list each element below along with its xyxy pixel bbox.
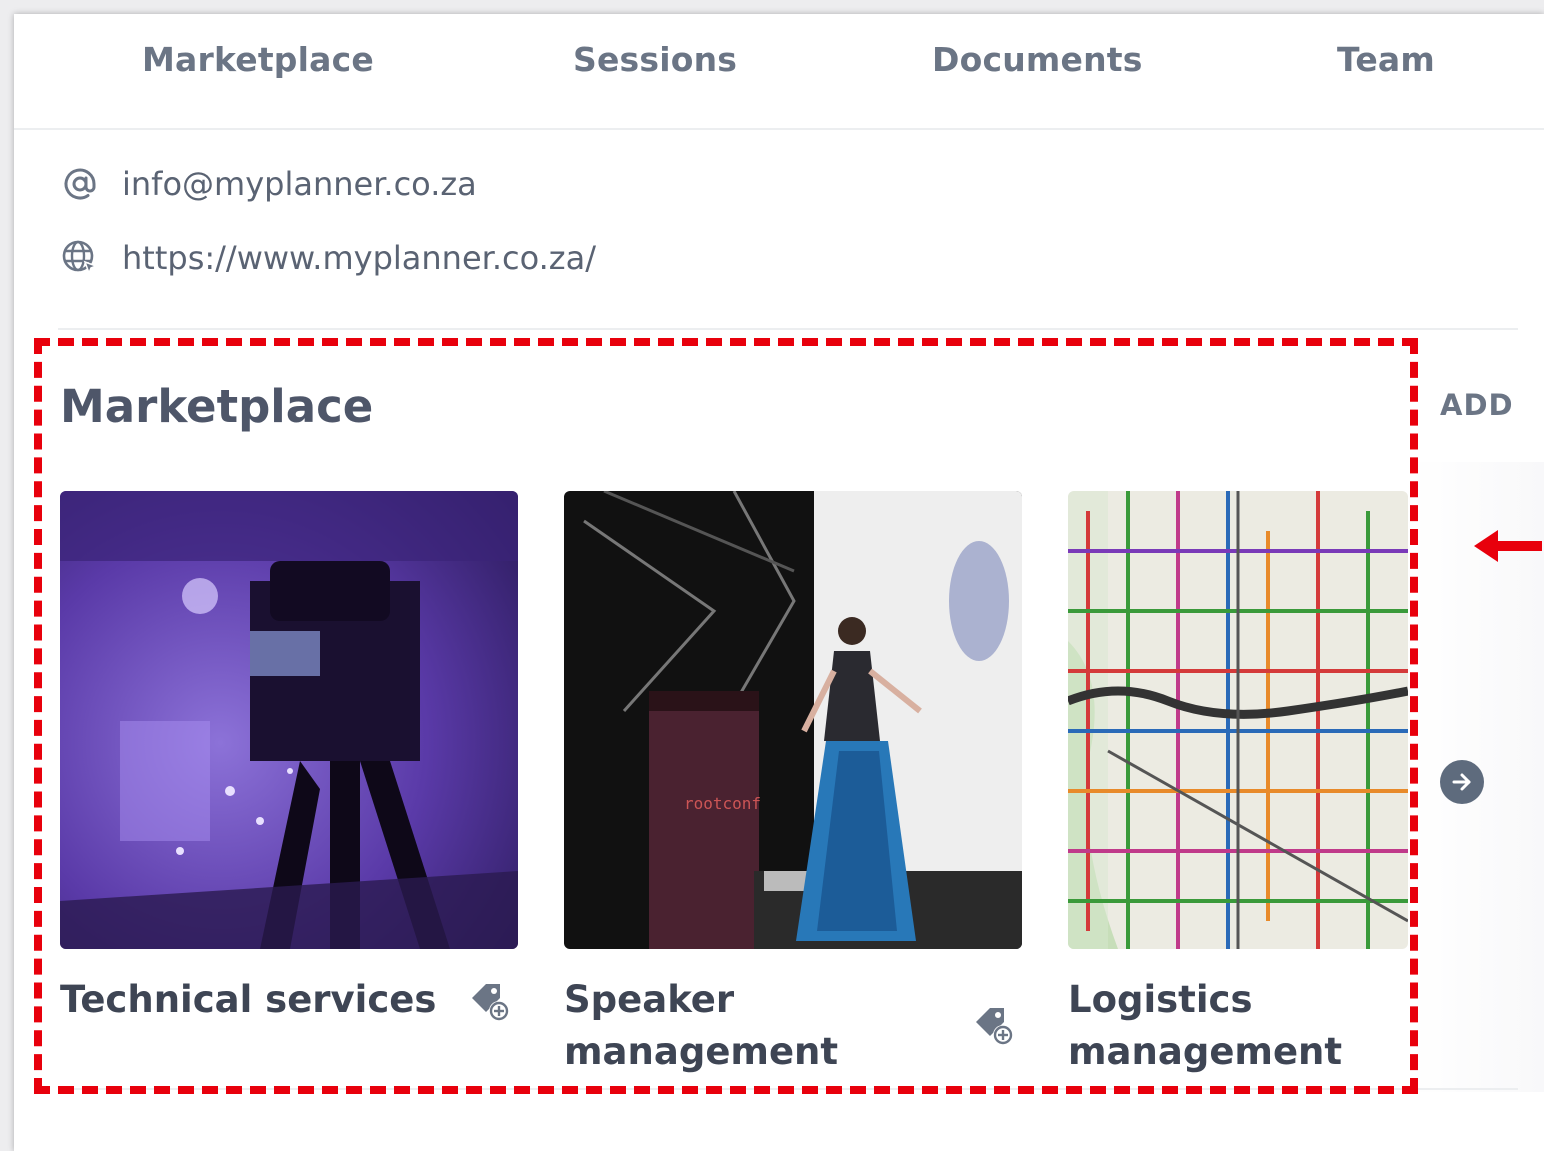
card-image-technical-services[interactable] bbox=[60, 491, 518, 949]
tab-team[interactable]: Team bbox=[1337, 40, 1435, 79]
marketplace-card-technical-services[interactable]: Technical services bbox=[60, 491, 518, 1021]
profile-panel: Marketplace Sessions Documents Team info… bbox=[14, 14, 1544, 1151]
arrow-left-icon bbox=[1474, 530, 1542, 562]
contact-website[interactable]: https://www.myplanner.co.za/ bbox=[122, 239, 596, 277]
section-divider bbox=[58, 328, 1518, 330]
contact-website-row: https://www.myplanner.co.za/ bbox=[60, 236, 596, 280]
card-image-logistics-management[interactable] bbox=[1068, 491, 1408, 949]
at-icon bbox=[60, 164, 100, 204]
card-name-technical-services[interactable]: Technical services bbox=[60, 974, 460, 1026]
window-frame: Marketplace Sessions Documents Team info… bbox=[0, 0, 1544, 1151]
contact-email-row: info@myplanner.co.za bbox=[60, 162, 477, 206]
tab-sessions[interactable]: Sessions bbox=[573, 40, 737, 79]
card-name-speaker-management[interactable]: Speaker management bbox=[564, 974, 964, 1078]
add-button[interactable]: ADD bbox=[1440, 388, 1514, 422]
contact-email[interactable]: info@myplanner.co.za bbox=[122, 165, 477, 203]
globe-icon bbox=[60, 238, 100, 278]
tab-documents[interactable]: Documents bbox=[932, 40, 1143, 79]
tag-add-icon[interactable] bbox=[468, 980, 512, 1024]
marketplace-card-logistics-management[interactable]: Logistics management bbox=[1068, 491, 1408, 1073]
svg-text:rootconf: rootconf bbox=[684, 794, 761, 813]
arrow-right-circle-icon[interactable] bbox=[1440, 760, 1484, 804]
tag-add-icon[interactable] bbox=[972, 1004, 1016, 1048]
tab-bar: Marketplace Sessions Documents Team bbox=[14, 14, 1544, 130]
card-name-logistics-management[interactable]: Logistics management bbox=[1068, 974, 1398, 1078]
tab-marketplace[interactable]: Marketplace bbox=[142, 40, 374, 79]
marketplace-section-title: Marketplace bbox=[60, 380, 374, 433]
marketplace-card-speaker-management[interactable]: rootconf Speaker management bbox=[564, 491, 1022, 1073]
card-image-speaker-management[interactable]: rootconf bbox=[564, 491, 1022, 949]
section-divider-bottom bbox=[58, 1088, 1518, 1090]
